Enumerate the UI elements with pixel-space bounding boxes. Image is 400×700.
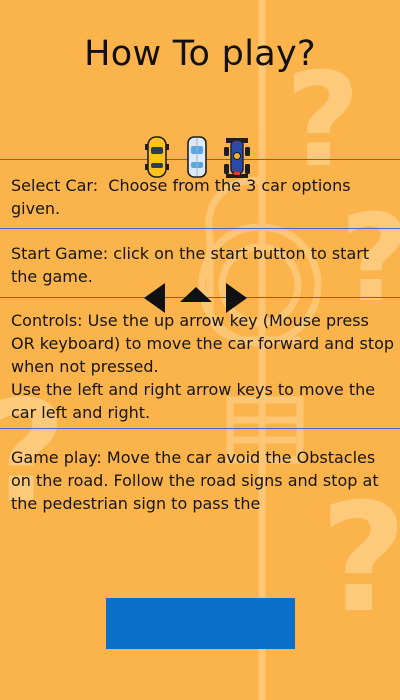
divider [0, 228, 400, 229]
up-arrow-icon[interactable] [180, 287, 212, 302]
select-car-instructions: Select Car: Choose from the 3 car option… [11, 176, 356, 218]
how-to-play-screen: ? ? ? ? How To play? [0, 0, 400, 700]
game-play-instructions: Game play: Move the car avoid the Obstac… [11, 448, 384, 513]
left-arrow-icon[interactable] [144, 283, 165, 313]
page-title: How To play? [84, 34, 316, 74]
white-car-icon[interactable] [187, 136, 207, 178]
yellow-car-icon[interactable] [145, 136, 169, 178]
divider [0, 428, 400, 429]
arrow-controls [144, 283, 247, 313]
controls-instructions: Controls: Use the up arrow key (Mouse pr… [11, 311, 395, 422]
start-button[interactable] [106, 598, 295, 649]
right-arrow-icon[interactable] [226, 283, 247, 313]
race-car-icon[interactable] [224, 138, 250, 178]
car-options [145, 136, 250, 178]
